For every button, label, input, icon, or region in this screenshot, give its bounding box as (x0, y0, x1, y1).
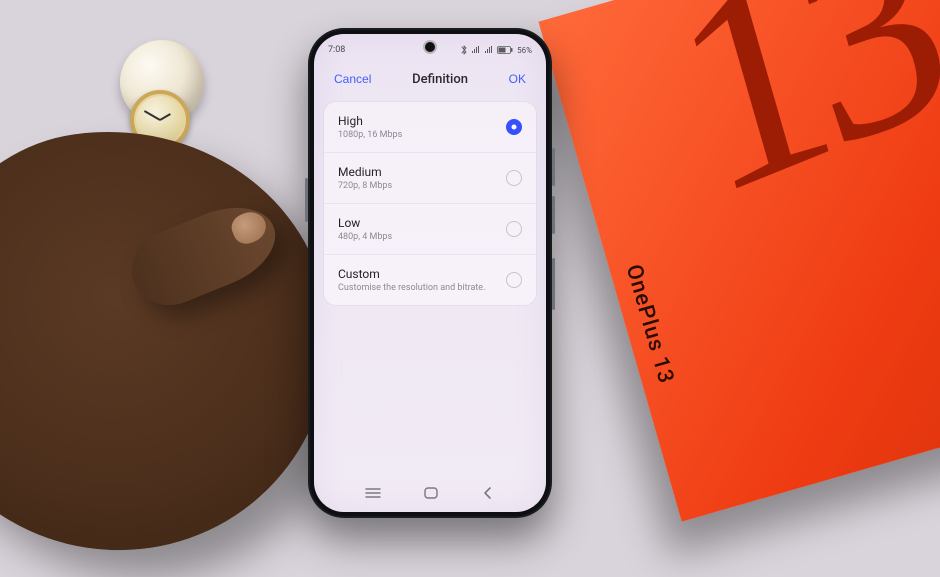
option-low[interactable]: Low 480p, 4 Mbps (324, 204, 536, 255)
sheet-header: Cancel Definition OK (314, 62, 546, 98)
volume-up-button[interactable] (552, 148, 555, 186)
option-label: Low (338, 216, 392, 230)
battery-text: 56% (517, 46, 532, 55)
box-brand-text: OnePlus 13 (621, 262, 679, 387)
nav-back-button[interactable] (475, 480, 501, 506)
signal-icon (471, 46, 481, 54)
nav-recent-button[interactable] (359, 480, 387, 506)
option-custom[interactable]: Custom Customise the resolution and bitr… (324, 255, 536, 305)
option-sub: Customise the resolution and bitrate. (338, 283, 485, 293)
signal-icon-2 (484, 46, 494, 54)
option-label: High (338, 114, 402, 128)
volume-down-button[interactable] (552, 196, 555, 234)
option-medium[interactable]: Medium 720p, 8 Mbps (324, 153, 536, 204)
front-camera (425, 42, 435, 52)
cancel-button[interactable]: Cancel (330, 70, 375, 88)
ok-button[interactable]: OK (505, 70, 530, 88)
user-hand (0, 103, 357, 577)
phone-screen: 7:08 56% Cancel Definition OK (314, 34, 546, 512)
radio-low[interactable] (506, 221, 522, 237)
android-nav-bar (314, 476, 546, 512)
option-sub: 720p, 8 Mbps (338, 181, 392, 191)
bluetooth-icon (460, 45, 468, 55)
pointing-finger (121, 192, 288, 317)
option-high[interactable]: High 1080p, 16 Mbps (324, 102, 536, 153)
radio-high[interactable] (506, 119, 522, 135)
option-label: Custom (338, 267, 485, 281)
status-time: 7:08 (328, 45, 345, 55)
definition-options-card: High 1080p, 16 Mbps Medium 720p, 8 Mbps … (324, 102, 536, 305)
radio-medium[interactable] (506, 170, 522, 186)
option-sub: 1080p, 16 Mbps (338, 130, 402, 140)
radio-custom[interactable] (506, 272, 522, 288)
alert-slider[interactable] (305, 178, 308, 222)
option-label: Medium (338, 165, 392, 179)
sheet-title: Definition (412, 72, 468, 87)
option-sub: 480p, 4 Mbps (338, 232, 392, 242)
product-box: 13 OnePlus 13 (538, 0, 940, 522)
nav-home-button[interactable] (417, 480, 445, 506)
box-number: 13 (649, 0, 940, 242)
battery-icon (497, 46, 513, 54)
power-button[interactable] (552, 258, 555, 310)
phone-frame: 7:08 56% Cancel Definition OK (308, 28, 552, 518)
